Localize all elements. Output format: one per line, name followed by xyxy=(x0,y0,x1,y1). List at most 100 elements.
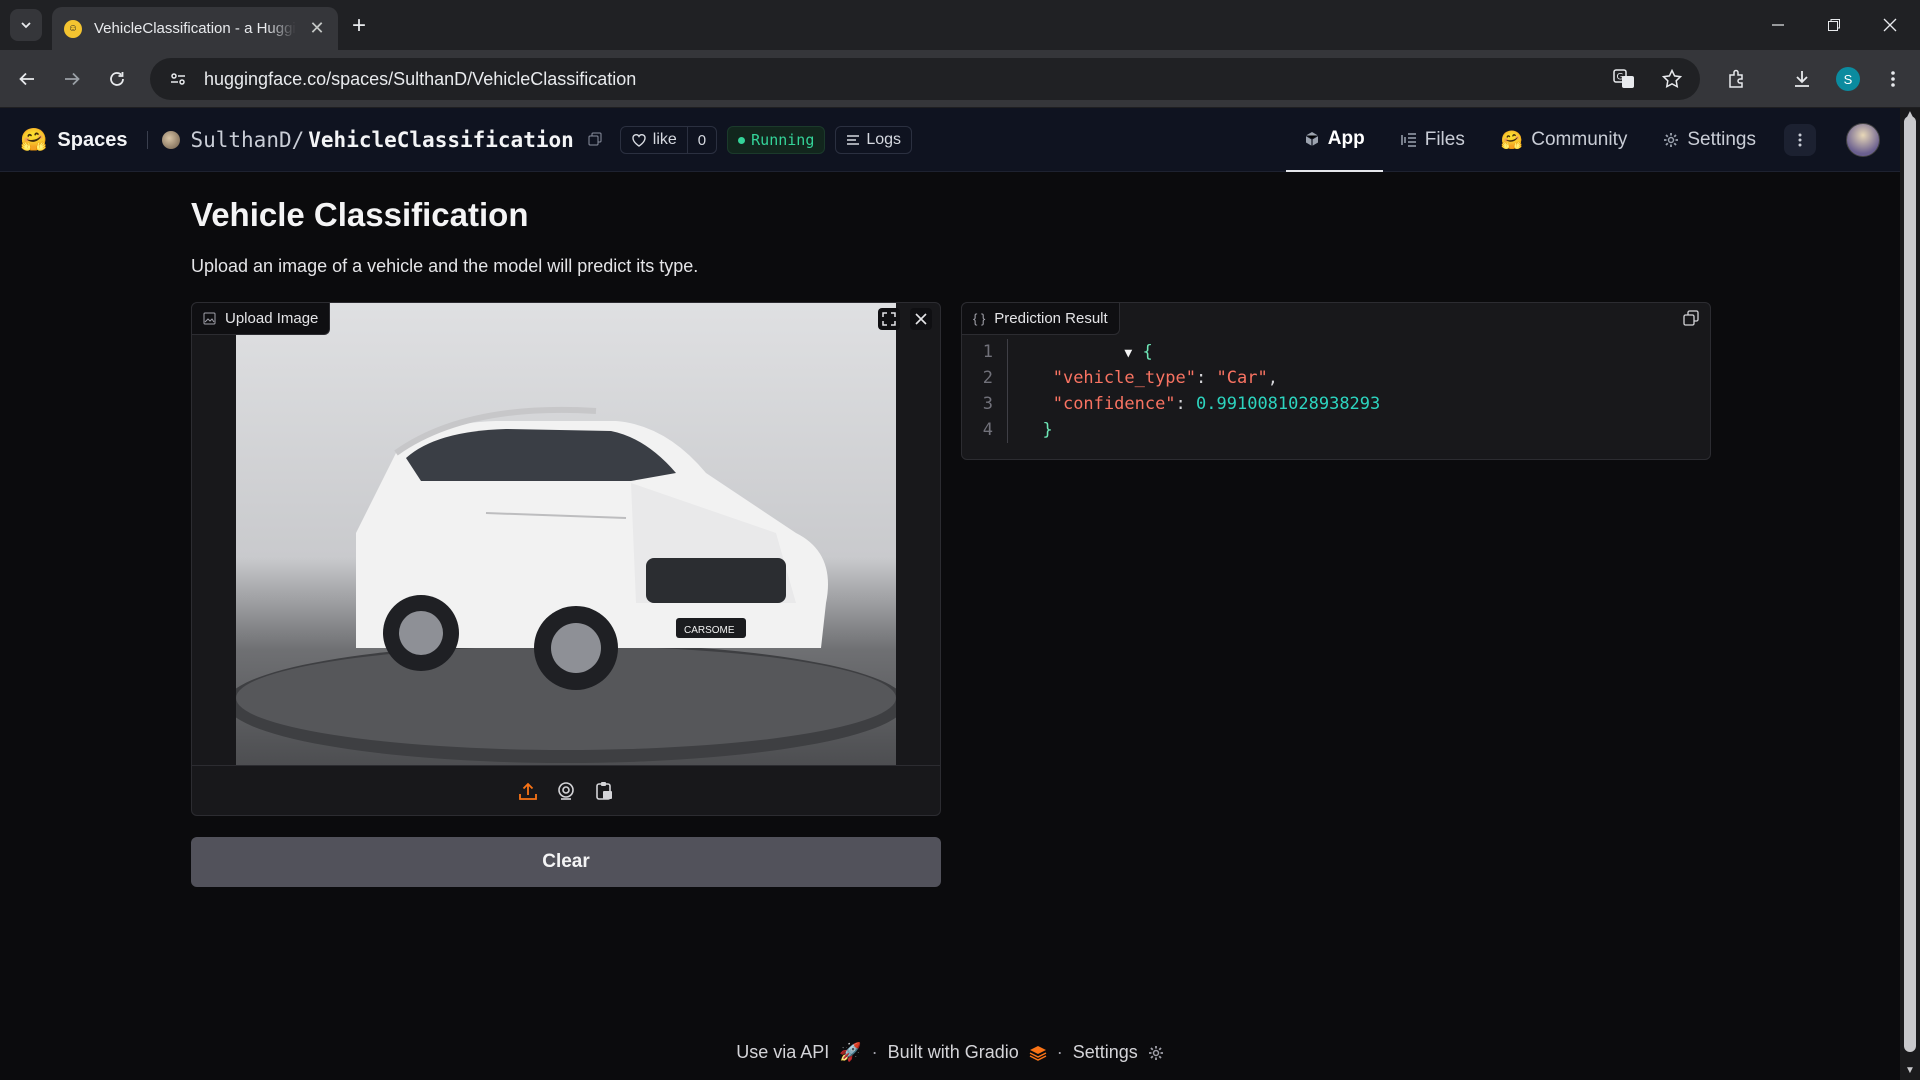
json-value-vehicle-type: "Car" xyxy=(1216,368,1268,388)
kebab-menu-icon xyxy=(1798,133,1802,147)
use-via-api-link[interactable]: Use via API xyxy=(736,1042,829,1063)
line-number: 4 xyxy=(962,417,1008,443)
gradio-logo-icon xyxy=(1029,1045,1047,1061)
translate-icon[interactable]: G xyxy=(1610,65,1638,93)
divider xyxy=(147,131,149,149)
like-button[interactable]: like 0 xyxy=(619,126,718,154)
json-line: 2 "vehicle_type": "Car", xyxy=(962,365,1710,391)
uploaded-vehicle-image: CARSOME xyxy=(236,303,896,765)
line-number: 3 xyxy=(962,391,1008,417)
minimize-icon xyxy=(1772,24,1784,26)
arrow-right-icon xyxy=(65,72,80,86)
image-icon xyxy=(203,312,216,325)
hf-header: 🤗 Spaces SulthanD/ VehicleClassification… xyxy=(0,108,1900,172)
tab-community-label: Community xyxy=(1531,129,1628,150)
footer-separator: · xyxy=(871,1042,878,1062)
forward-button[interactable] xyxy=(57,64,87,94)
scroll-thumb[interactable] xyxy=(1904,116,1916,1052)
user-avatar[interactable] xyxy=(1846,123,1880,157)
space-owner-link[interactable]: SulthanD/ xyxy=(190,128,304,152)
files-icon xyxy=(1400,133,1416,147)
rocket-icon: 🚀 xyxy=(839,1042,862,1062)
footer-settings-link[interactable]: Settings xyxy=(1073,1042,1138,1063)
webcam-source-button[interactable] xyxy=(555,780,577,802)
svg-text:G: G xyxy=(1617,73,1624,83)
tab-app[interactable]: App xyxy=(1285,108,1383,172)
profile-avatar: S xyxy=(1836,67,1860,91)
new-tab-button[interactable]: + xyxy=(352,12,366,40)
status-badge[interactable]: Running xyxy=(727,126,826,154)
footer-separator: · xyxy=(1056,1042,1063,1062)
json-line: 4 } xyxy=(962,417,1710,443)
tab-close-icon[interactable]: ✕ xyxy=(308,18,326,39)
collapse-toggle-icon[interactable]: ▼ xyxy=(1124,346,1132,361)
tab-files-label: Files xyxy=(1424,129,1465,150)
status-dot-icon xyxy=(738,136,746,144)
close-icon xyxy=(915,313,927,325)
browser-toolbar: huggingface.co/spaces/SulthanD/VehicleCl… xyxy=(0,50,1920,108)
reload-icon xyxy=(110,72,124,86)
close-window-button[interactable] xyxy=(1862,0,1918,50)
upload-icon xyxy=(519,782,537,800)
page-scrollbar[interactable]: ▲ ▼ xyxy=(1900,108,1920,1080)
json-line: 1 ▼ { xyxy=(962,339,1710,365)
restore-button[interactable] xyxy=(1806,0,1862,50)
fullscreen-button[interactable] xyxy=(878,308,900,330)
gradio-app: Vehicle Classification Upload an image o… xyxy=(0,172,1900,1080)
profile-button[interactable]: S xyxy=(1833,64,1863,94)
tab-community[interactable]: 🤗 Community xyxy=(1483,108,1646,172)
json-open-brace: { xyxy=(1142,342,1153,362)
page-description: Upload an image of a vehicle and the mod… xyxy=(191,256,699,276)
clear-button[interactable]: Clear xyxy=(191,837,941,887)
copy-name-icon[interactable] xyxy=(588,132,602,149)
browser-tab[interactable]: ☺ VehicleClassification - a Huggin ✕ xyxy=(52,7,338,50)
json-viewer[interactable]: 1 ▼ { 2 "vehicle_type": "Car", 3 "confid… xyxy=(962,339,1710,443)
clipboard-source-button[interactable] xyxy=(593,780,615,802)
spaces-link[interactable]: Spaces xyxy=(57,129,127,152)
copy-json-button[interactable] xyxy=(1680,307,1702,329)
remove-image-button[interactable] xyxy=(910,308,932,330)
address-bar[interactable]: huggingface.co/spaces/SulthanD/VehicleCl… xyxy=(150,58,1700,100)
logs-icon xyxy=(847,135,860,145)
kebab-menu-icon xyxy=(1891,71,1895,87)
site-info-icon[interactable] xyxy=(164,65,192,93)
tab-title: VehicleClassification - a Huggin xyxy=(94,20,296,37)
chevron-down-icon xyxy=(21,22,31,29)
image-source-bar xyxy=(192,765,940,815)
owner-avatar xyxy=(162,131,181,149)
tab-app-label: App xyxy=(1327,128,1365,149)
upload-image-panel[interactable]: CARSOME Upload Image xyxy=(191,302,941,816)
back-button[interactable] xyxy=(12,64,42,94)
page-title: Vehicle Classification xyxy=(191,196,529,233)
vehicle-photo: CARSOME xyxy=(236,406,896,763)
upload-image-label: Upload Image xyxy=(192,303,331,335)
gear-icon xyxy=(1148,1045,1163,1060)
logs-button[interactable]: Logs xyxy=(835,126,913,154)
hugging-face-logo-icon[interactable]: 🤗 xyxy=(20,127,47,153)
built-with-gradio-link[interactable]: Built with Gradio xyxy=(888,1042,1019,1063)
hugging-face-favicon-icon: ☺ xyxy=(64,19,82,38)
browser-menu-button[interactable] xyxy=(1878,64,1908,94)
gradio-footer: Use via API 🚀 · Built with Gradio · Sett… xyxy=(0,1042,1900,1063)
extensions-button[interactable] xyxy=(1722,64,1752,94)
tab-search-button[interactable] xyxy=(10,9,42,41)
more-options-button[interactable] xyxy=(1784,124,1816,156)
json-key-vehicle-type: "vehicle_type" xyxy=(1052,368,1197,388)
webcam-icon xyxy=(558,781,574,800)
line-number: 1 xyxy=(962,339,1008,365)
tab-settings-label: Settings xyxy=(1687,129,1756,150)
close-icon xyxy=(1883,18,1897,32)
image-badge-text: CARSOME xyxy=(684,625,735,636)
space-name-link[interactable]: VehicleClassification xyxy=(308,128,574,152)
bookmark-star-icon[interactable] xyxy=(1658,65,1686,93)
upload-source-button[interactable] xyxy=(517,780,539,802)
scroll-down-icon[interactable]: ▼ xyxy=(1904,1066,1916,1076)
tab-settings[interactable]: Settings xyxy=(1645,108,1774,172)
community-hug-icon: 🤗 xyxy=(1500,129,1524,150)
reload-button[interactable] xyxy=(102,64,132,94)
minimize-button[interactable] xyxy=(1750,0,1806,50)
gear-icon xyxy=(1664,133,1679,147)
url-text[interactable]: huggingface.co/spaces/SulthanD/VehicleCl… xyxy=(204,69,636,90)
downloads-button[interactable] xyxy=(1787,64,1817,94)
tab-files[interactable]: Files xyxy=(1383,108,1483,172)
